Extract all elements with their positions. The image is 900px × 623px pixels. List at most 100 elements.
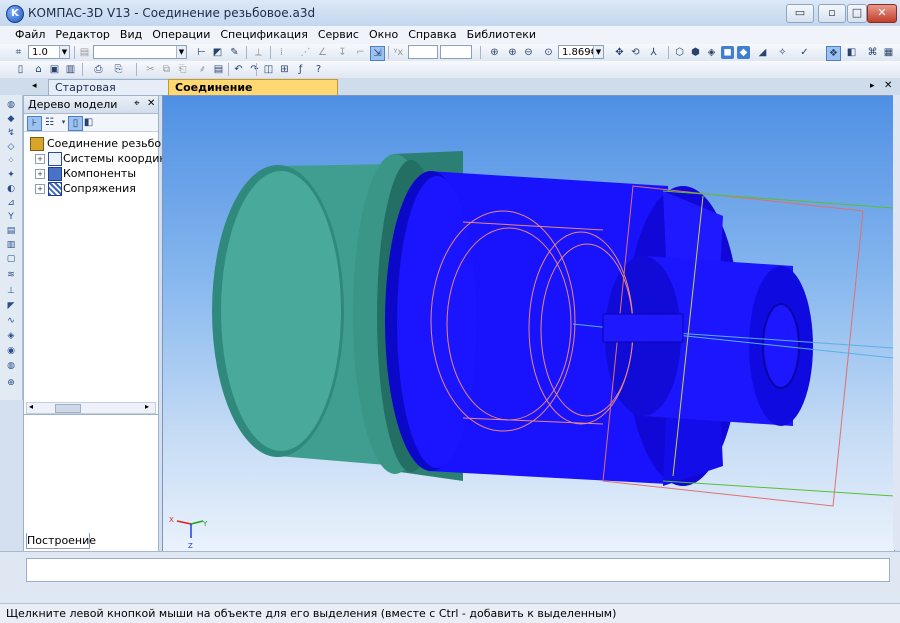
print-icon[interactable]: ⎘ — [112, 63, 125, 76]
select-filter-icon[interactable]: ✧ — [776, 46, 789, 59]
array-icon[interactable]: ⁘ — [4, 155, 18, 167]
axis-icon[interactable]: ⊥ — [4, 285, 18, 297]
snap-active-icon[interactable]: ⇲ — [370, 46, 385, 61]
menu-file[interactable]: Файл — [10, 26, 50, 42]
minimize-button[interactable]: ▭ — [786, 4, 814, 23]
tab-close-icon[interactable]: ✕ — [884, 80, 892, 91]
expand-icon[interactable]: + — [35, 154, 45, 164]
rotate-icon[interactable]: ⟲ — [629, 46, 642, 59]
grid-icon[interactable]: ⁞ — [275, 46, 288, 59]
open-document-icon[interactable]: ⌂ — [32, 63, 45, 76]
coord-icon[interactable]: ʸx — [392, 46, 405, 59]
restore-button[interactable]: ▫ — [818, 4, 846, 23]
shading-mode-icon[interactable]: ❖ — [826, 46, 841, 61]
section-icon[interactable]: ◧ — [845, 46, 858, 59]
tab-document[interactable]: Соединение резьбовое.a3d — [168, 79, 338, 109]
tabs-scroll-left-icon[interactable]: ◂ — [32, 81, 37, 91]
line-style-combo[interactable]: 1.0 ▼ — [28, 45, 70, 59]
viewport-scrollbar[interactable] — [893, 95, 900, 550]
cut-plane-icon[interactable]: ◐ — [4, 183, 18, 195]
layer-icon[interactable]: ▤ — [78, 46, 91, 59]
mate-icon[interactable]: ◇ — [4, 141, 18, 153]
mass-icon[interactable]: ◍ — [4, 360, 18, 372]
redo-icon[interactable]: ↷ — [248, 63, 261, 76]
menu-edit[interactable]: Редактор — [50, 26, 115, 42]
zoom-panel-icon[interactable]: ⊕ — [4, 377, 18, 389]
y-coord-field[interactable] — [440, 45, 472, 59]
zoom-window-icon[interactable]: ⊕ — [488, 46, 501, 59]
undo-icon[interactable]: ↶ — [232, 63, 245, 76]
tree-structure-icon[interactable]: ☷ — [43, 116, 56, 129]
constraint-icon[interactable]: ⋰ — [299, 46, 312, 59]
object-properties-icon[interactable]: ▤ — [212, 63, 225, 76]
spec-icon[interactable]: ▤ — [4, 225, 18, 237]
pan-icon[interactable]: ✥ — [613, 46, 626, 59]
formula-icon[interactable]: ƒ — [294, 63, 307, 76]
ortho-icon[interactable]: ⌐ — [354, 46, 367, 59]
panel-close-icon[interactable]: ✕ — [147, 98, 155, 109]
hidden-lines-icon[interactable]: ⬢ — [689, 46, 702, 59]
paste-icon[interactable]: ⎗ — [176, 63, 189, 76]
edit-part-icon[interactable]: ◍ — [4, 99, 18, 111]
close-button[interactable]: ✕ — [867, 4, 897, 23]
label-icon[interactable]: ▢ — [4, 253, 18, 265]
control-point-icon[interactable]: ◉ — [4, 345, 18, 357]
shaded-icon[interactable]: ◼ — [721, 46, 734, 59]
tabs-scroll-right-icon[interactable]: ▸ — [870, 81, 875, 91]
zoom-scale-icon[interactable]: ⊙ — [542, 46, 555, 59]
tree-view-icon[interactable]: ▯ — [68, 116, 83, 131]
scroll-left-icon[interactable]: ◂ — [29, 402, 33, 411]
pin-icon[interactable]: ⌖ — [134, 98, 140, 109]
menu-help[interactable]: Справка — [403, 26, 461, 42]
expand-icon[interactable]: + — [35, 169, 45, 179]
sketch-icon[interactable]: ↯ — [4, 127, 18, 139]
local-cs-icon[interactable]: ⊢ — [195, 46, 208, 59]
x-coord-field[interactable] — [408, 45, 438, 59]
menu-service[interactable]: Сервис — [313, 26, 364, 42]
menu-libraries[interactable]: Библиотеки — [462, 26, 541, 42]
paint-icon[interactable]: ✎ — [228, 46, 241, 59]
manager-icon[interactable]: ⌘ — [866, 46, 879, 59]
perspective-icon[interactable]: ◢ — [756, 46, 769, 59]
parts-icon[interactable]: ▦ — [882, 46, 895, 59]
zoom-out-icon[interactable]: ⊖ — [522, 46, 535, 59]
menu-window[interactable]: Окно — [364, 26, 403, 42]
menu-operations[interactable]: Операции — [147, 26, 215, 42]
save-icon[interactable]: ▣ — [48, 63, 61, 76]
properties-icon[interactable]: ▥ — [64, 63, 77, 76]
library-manager-icon[interactable]: ◫ — [262, 63, 275, 76]
zoom-combo[interactable]: 1.869€ ▼ — [558, 45, 604, 59]
halftone-icon[interactable]: ◈ — [705, 46, 718, 59]
expand-icon[interactable]: + — [35, 184, 45, 194]
scroll-right-icon[interactable]: ▸ — [145, 402, 149, 411]
highlight-icon[interactable]: ✓ — [798, 46, 811, 59]
snap-point-icon[interactable]: ⌗ — [12, 46, 25, 59]
color-icon[interactable]: ◩ — [211, 46, 224, 59]
wireframe-icon[interactable]: ⬡ — [673, 46, 686, 59]
new-document-icon[interactable]: ▯ — [14, 63, 27, 76]
menu-view[interactable]: Вид — [115, 26, 147, 42]
style-combo[interactable]: ▼ — [93, 45, 187, 59]
tab-construction[interactable]: Построение — [26, 533, 96, 549]
measure-icon[interactable]: ⟂ — [252, 46, 265, 59]
variables-icon[interactable]: ⊞ — [278, 63, 291, 76]
point-icon[interactable]: ◈ — [4, 330, 18, 342]
curve-icon[interactable]: ∿ — [4, 315, 18, 327]
shaded-edges-icon[interactable]: ◆ — [737, 46, 750, 59]
format-brush-icon[interactable]: ⸙ — [196, 63, 209, 76]
tab-start-page[interactable]: Стартовая страница — [48, 79, 170, 109]
tree-order-icon[interactable]: ⊦ — [27, 116, 42, 131]
dimension-icon[interactable]: ↧ — [336, 46, 349, 59]
surface-icon[interactable]: ≋ — [4, 269, 18, 281]
zoom-in-icon[interactable]: ⊕ — [506, 46, 519, 59]
filter-icon[interactable]: Y — [4, 211, 18, 223]
tree-horizontal-scrollbar[interactable]: ◂ ▸ — [26, 402, 156, 414]
maximize-button[interactable]: □ — [847, 4, 867, 23]
copy-icon[interactable]: ⧉ — [160, 63, 173, 76]
3d-viewport[interactable]: X Y Z — [162, 95, 895, 552]
measure-panel-icon[interactable]: ⊿ — [4, 197, 18, 209]
tree-split-icon[interactable]: ◧ — [82, 116, 95, 129]
assembly-icon[interactable]: ◆ — [4, 113, 18, 125]
cut-icon[interactable]: ✂ — [144, 63, 157, 76]
print-preview-icon[interactable]: ⎙ — [92, 63, 105, 76]
